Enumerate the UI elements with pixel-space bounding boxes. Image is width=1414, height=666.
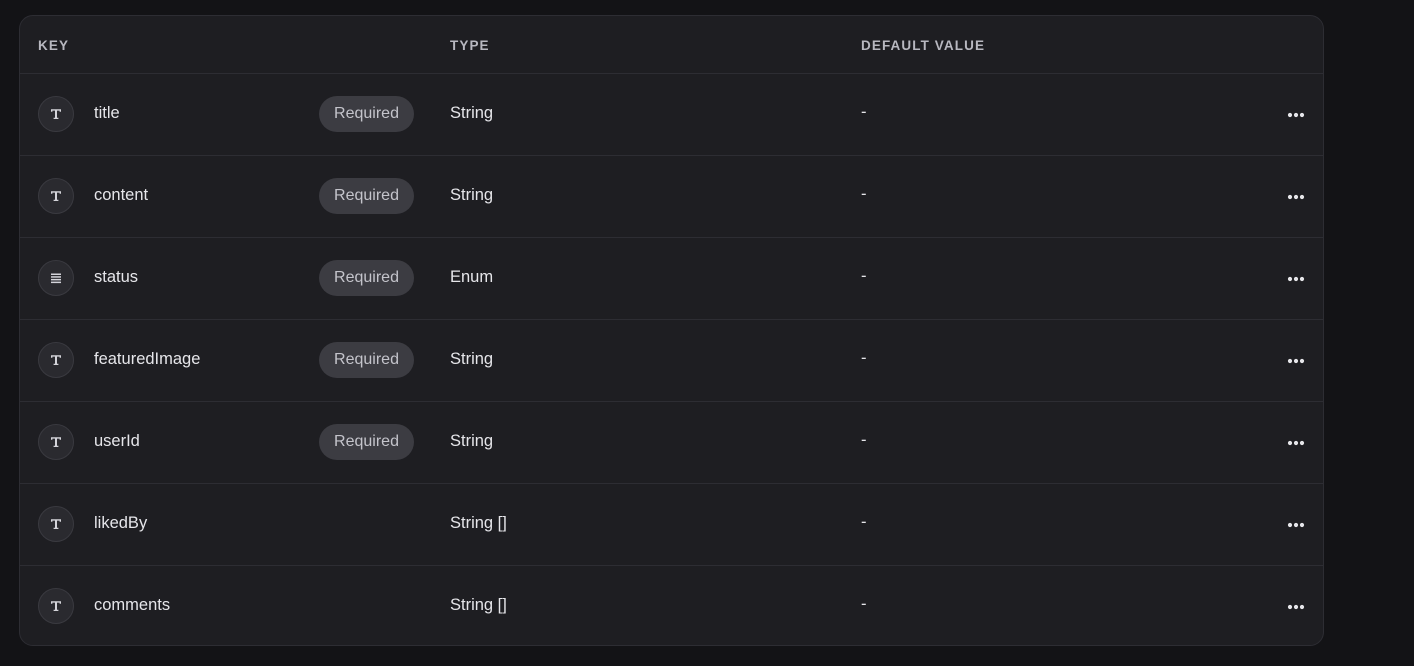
row-more-actions-button[interactable] — [1282, 102, 1310, 126]
field-default-value: - — [861, 349, 867, 367]
table-row[interactable]: featuredImage Required String - — [20, 320, 1323, 402]
field-default-value: - — [861, 595, 867, 613]
field-default-value: - — [861, 513, 867, 531]
column-header-key: KEY — [38, 38, 70, 53]
text-type-icon — [38, 178, 74, 214]
text-type-icon — [38, 342, 74, 378]
required-badge: Required — [319, 96, 414, 132]
field-key: featuredImage — [94, 350, 201, 368]
row-more-actions-button[interactable] — [1282, 266, 1310, 290]
table-header: KEY TYPE DEFAULT VALUE — [20, 16, 1323, 74]
table-row[interactable]: title Required String - — [20, 74, 1323, 156]
field-key: title — [94, 104, 120, 122]
more-horizontal-icon — [1287, 597, 1305, 615]
field-default-value: - — [861, 431, 867, 449]
text-type-icon — [38, 506, 74, 542]
field-key: content — [94, 186, 149, 204]
required-badge: Required — [319, 424, 414, 460]
row-more-actions-button[interactable] — [1282, 430, 1310, 454]
field-type: String — [450, 350, 494, 368]
column-header-type: TYPE — [450, 38, 490, 53]
more-horizontal-icon — [1287, 187, 1305, 205]
attributes-table: KEY TYPE DEFAULT VALUE title Required Stri… — [19, 15, 1324, 646]
required-badge: Required — [319, 178, 414, 214]
row-more-actions-button[interactable] — [1282, 348, 1310, 372]
field-default-value: - — [861, 185, 867, 203]
column-header-default-value: DEFAULT VALUE — [861, 38, 986, 53]
field-default-value: - — [861, 267, 867, 285]
enum-list-icon — [38, 260, 74, 296]
field-default-value: - — [861, 103, 867, 121]
required-badge: Required — [319, 342, 414, 378]
row-more-actions-button[interactable] — [1282, 184, 1310, 208]
field-key: comments — [94, 596, 171, 614]
field-key: likedBy — [94, 514, 148, 532]
field-type: String [] — [450, 596, 507, 614]
table-row[interactable]: content Required String - — [20, 156, 1323, 238]
more-horizontal-icon — [1287, 515, 1305, 533]
row-more-actions-button[interactable] — [1282, 594, 1310, 618]
text-type-icon — [38, 424, 74, 460]
field-type: String — [450, 104, 494, 122]
required-badge: Required — [319, 260, 414, 296]
table-row[interactable]: userId Required String - — [20, 402, 1323, 484]
table-row[interactable]: comments String [] - — [20, 566, 1323, 645]
more-horizontal-icon — [1287, 105, 1305, 123]
table-body: title Required String - content Required Strin… — [20, 74, 1323, 645]
table-row[interactable]: likedBy String [] - — [20, 484, 1323, 566]
more-horizontal-icon — [1287, 433, 1305, 451]
field-key: status — [94, 268, 139, 286]
field-type: String — [450, 432, 494, 450]
text-type-icon — [38, 96, 74, 132]
more-horizontal-icon — [1287, 351, 1305, 369]
table-row[interactable]: status Required Enum - — [20, 238, 1323, 320]
row-more-actions-button[interactable] — [1282, 512, 1310, 536]
text-type-icon — [38, 588, 74, 624]
field-type: Enum — [450, 268, 494, 286]
field-type: String [] — [450, 514, 507, 532]
field-type: String — [450, 186, 494, 204]
more-horizontal-icon — [1287, 269, 1305, 287]
field-key: userId — [94, 432, 140, 450]
